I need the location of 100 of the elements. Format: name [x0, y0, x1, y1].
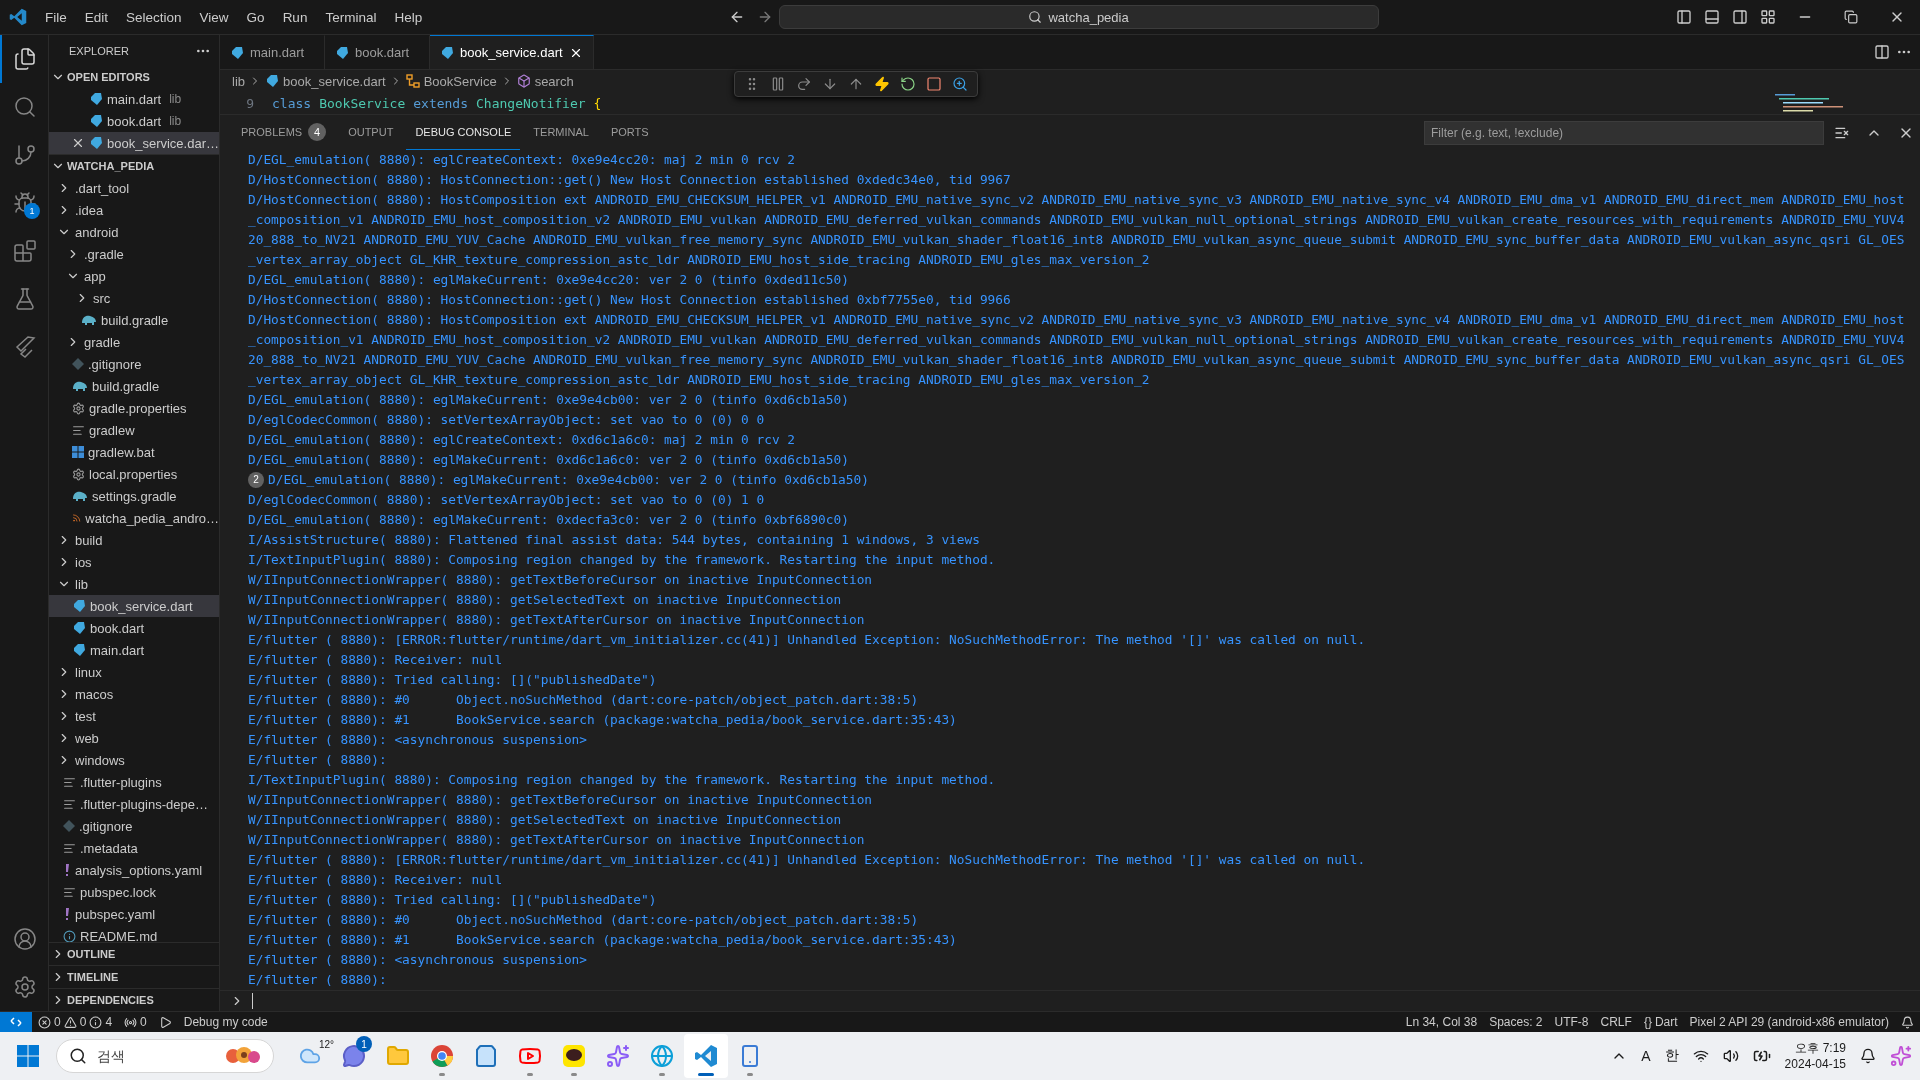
open-editor-item[interactable]: book.dart lib [49, 110, 219, 132]
account-icon[interactable] [13, 927, 37, 951]
language-status[interactable]: Dart [1654, 1015, 1678, 1029]
weather-widget[interactable]: 12° [288, 1034, 332, 1078]
breadcrumb-item[interactable]: lib [232, 73, 245, 89]
tree-item[interactable]: gradlew.bat [49, 441, 219, 463]
tree-item[interactable]: settings.gradle [49, 485, 219, 507]
remote-button[interactable] [0, 1011, 32, 1033]
close-icon[interactable] [71, 136, 85, 150]
tree-item[interactable]: .dart_tool [49, 177, 219, 199]
editor-tab[interactable]: book_service.dart [430, 35, 594, 69]
section-header[interactable]: OPEN EDITORS [49, 66, 219, 88]
wifi-icon[interactable] [1692, 1048, 1709, 1064]
settings-icon[interactable] [13, 975, 37, 999]
tree-item[interactable]: README.md [49, 925, 219, 942]
sparkle-icon[interactable] [606, 1044, 630, 1068]
tree-item[interactable]: build [49, 529, 219, 551]
command-center[interactable]: watcha_pedia [778, 5, 1379, 29]
tree-item[interactable]: main.dart [49, 639, 219, 661]
input-mode[interactable]: A [1641, 1048, 1651, 1064]
tree-item[interactable]: test [49, 705, 219, 727]
menu-item[interactable]: Edit [75, 9, 118, 25]
files-icon[interactable] [13, 47, 37, 71]
restart-icon[interactable] [900, 76, 916, 92]
section-header[interactable]: TIMELINE [49, 965, 219, 988]
open-editor-item[interactable]: book_service.dar… [49, 132, 219, 154]
notifications-icon[interactable] [1901, 1015, 1914, 1029]
tree-item[interactable]: .flutter-plugins-depe… [49, 793, 219, 815]
bag-icon[interactable] [474, 1044, 498, 1068]
tree-item[interactable]: pubspec.lock [49, 881, 219, 903]
debug-status[interactable]: Debug my code [177, 1015, 274, 1029]
panel-tab[interactable]: OUTPUT [339, 115, 403, 150]
chrome-icon[interactable] [430, 1044, 454, 1068]
taskbar-app[interactable] [684, 1034, 728, 1078]
menu-item[interactable]: Terminal [316, 9, 386, 25]
flask-icon[interactable] [13, 287, 37, 311]
tree-item[interactable]: web [49, 727, 219, 749]
split-editor-icon[interactable] [1874, 44, 1890, 60]
tree-item[interactable]: analysis_options.yaml [49, 859, 219, 881]
device-status[interactable]: Pixel 2 API 29 (android-x86 emulator) [1683, 1015, 1895, 1029]
panel-tab[interactable]: DEBUG CONSOLE [406, 115, 521, 150]
volume-icon[interactable] [1722, 1048, 1739, 1064]
tree-item[interactable]: build.gradle [49, 309, 219, 331]
encoding-status[interactable]: UTF-8 [1548, 1015, 1595, 1029]
sidebar-toggle-icon[interactable] [1676, 9, 1692, 25]
tree-item[interactable]: android [49, 221, 219, 243]
pause-icon[interactable] [770, 76, 786, 92]
debug-icon[interactable] [158, 1015, 172, 1029]
lightning-icon[interactable] [874, 76, 890, 92]
tree-item[interactable]: book.dart [49, 617, 219, 639]
step-out-icon[interactable] [848, 76, 864, 92]
tree-item[interactable]: pubspec.yaml [49, 903, 219, 925]
step-into-icon[interactable] [822, 76, 838, 92]
tree-item[interactable]: gradlew [49, 419, 219, 441]
panel-toggle-icon[interactable] [1704, 9, 1720, 25]
activity-tab[interactable]: 1 [0, 179, 48, 227]
section-header[interactable]: OUTLINE [49, 942, 219, 965]
stop-icon[interactable] [926, 76, 942, 92]
search-icon[interactable] [13, 95, 37, 119]
tree-item[interactable]: lib [49, 573, 219, 595]
tree-item[interactable]: .gitignore [49, 353, 219, 375]
secondary-sidebar-icon[interactable] [1732, 9, 1748, 25]
tree-item[interactable]: linux [49, 661, 219, 683]
blocks-icon[interactable] [13, 239, 37, 263]
tree-item[interactable]: .gitignore [49, 815, 219, 837]
tree-item[interactable]: src [49, 287, 219, 309]
filter-field[interactable]: Filter (e.g. text, !exclude) [1424, 120, 1824, 145]
sparkle-icon[interactable] [1890, 1045, 1912, 1067]
tree-item[interactable]: gradle [49, 331, 219, 353]
tree-item[interactable]: local.properties [49, 463, 219, 485]
tree-item[interactable]: app [49, 265, 219, 287]
indentation-status[interactable]: Spaces: 2 [1483, 1015, 1549, 1029]
menu-item[interactable]: Help [385, 9, 432, 25]
section-header[interactable]: WATCHA_PEDIA [49, 154, 219, 177]
branch-icon[interactable] [13, 143, 37, 167]
menu-item[interactable]: File [36, 9, 76, 25]
search-field[interactable]: 검색 [95, 1047, 217, 1065]
start-icon[interactable] [17, 1045, 39, 1067]
globe-icon[interactable] [650, 1044, 674, 1068]
tree-item[interactable]: .metadata [49, 837, 219, 859]
menu-item[interactable]: View [190, 9, 238, 25]
tree-item[interactable]: book_service.dart [49, 595, 219, 617]
tree-item[interactable]: .gradle [49, 243, 219, 265]
panel-tab[interactable]: TERMINAL [524, 115, 598, 150]
clock[interactable]: 오후 7:19 2024-04-15 [1784, 1040, 1846, 1072]
ports-status[interactable]: 0 [118, 1015, 153, 1029]
tree-item[interactable]: build.gradle [49, 375, 219, 397]
notifications-icon[interactable] [1860, 1048, 1876, 1064]
restore-icon[interactable] [1844, 10, 1858, 24]
code-editor-icon[interactable] [694, 1044, 718, 1068]
layout-icon[interactable] [1760, 9, 1776, 25]
line-ending-status[interactable]: CRLF [1594, 1015, 1638, 1029]
panel-tab[interactable]: PORTS [601, 115, 658, 150]
menu-item[interactable]: Selection [117, 9, 191, 25]
step-over-icon[interactable] [796, 76, 812, 92]
tree-item[interactable]: macos [49, 683, 219, 705]
menu-item[interactable]: Run [273, 9, 317, 25]
tree-item[interactable]: windows [49, 749, 219, 771]
breadcrumb-item[interactable]: BookService [405, 73, 497, 89]
panel-tab[interactable]: PROBLEMS 4 [232, 115, 336, 150]
